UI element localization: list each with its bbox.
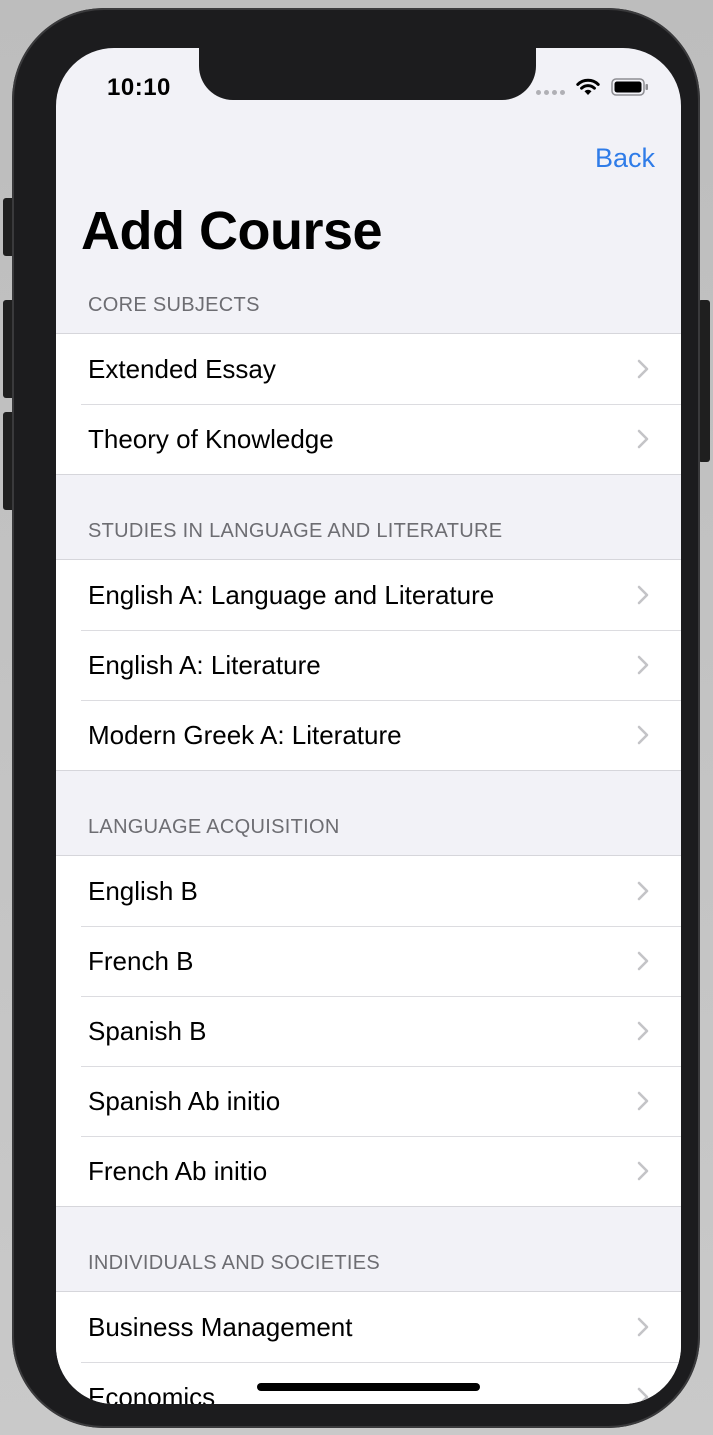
course-list: CORE SUBJECTS Extended Essay Theory of K… — [56, 290, 681, 1404]
page-title: Add Course — [81, 201, 383, 261]
course-label: English A: Language and Literature — [88, 579, 495, 610]
chevron-right-icon — [623, 429, 663, 449]
wifi-icon — [576, 78, 600, 95]
course-label: Theory of Knowledge — [88, 423, 334, 454]
section-language-literature: English A: Language and Literature Engli… — [56, 559, 681, 771]
device-backdrop: 10:10 Back Add Course CORE SUBJECTS Exte… — [0, 0, 713, 1435]
course-label: Business Management — [88, 1311, 353, 1342]
course-row-spanish-b[interactable]: Spanish B — [56, 996, 681, 1066]
course-row-spanish-ab-initio[interactable]: Spanish Ab initio — [56, 1066, 681, 1136]
battery-icon — [611, 78, 648, 96]
chevron-right-icon — [623, 1161, 663, 1181]
section-header-language-literature: STUDIES IN LANGUAGE AND LITERATURE — [88, 520, 503, 542]
home-indicator[interactable] — [257, 1383, 480, 1391]
phone-frame: 10:10 Back Add Course CORE SUBJECTS Exte… — [12, 8, 700, 1428]
chevron-right-icon — [623, 359, 663, 379]
course-row-english-b[interactable]: English B — [56, 856, 681, 926]
section-language-acquisition: English B French B Spanish B Spanish Ab … — [56, 855, 681, 1207]
course-row-modern-greek-a[interactable]: Modern Greek A: Literature — [56, 700, 681, 770]
chevron-right-icon — [623, 655, 663, 675]
course-row-english-a-lang-lit[interactable]: English A: Language and Literature — [56, 560, 681, 630]
signal-dots-icon — [536, 89, 565, 95]
screen: 10:10 Back Add Course CORE SUBJECTS Exte… — [56, 48, 681, 1404]
notch — [199, 48, 536, 100]
course-row-french-b[interactable]: French B — [56, 926, 681, 996]
chevron-right-icon — [623, 1387, 663, 1404]
chevron-right-icon — [623, 585, 663, 605]
back-button[interactable]: Back — [595, 143, 655, 174]
course-label: English A: Literature — [88, 649, 321, 680]
course-row-english-a-literature[interactable]: English A: Literature — [56, 630, 681, 700]
course-label: English B — [88, 875, 198, 906]
course-label: French Ab initio — [88, 1155, 268, 1186]
course-label: Spanish Ab initio — [88, 1085, 281, 1116]
chevron-right-icon — [623, 951, 663, 971]
course-row-extended-essay[interactable]: Extended Essay — [56, 334, 681, 404]
chevron-right-icon — [623, 725, 663, 745]
section-header-language-acquisition: LANGUAGE ACQUISITION — [88, 816, 340, 838]
chevron-right-icon — [623, 1317, 663, 1337]
course-row-business-management[interactable]: Business Management — [56, 1292, 681, 1362]
section-header-core-subjects: CORE SUBJECTS — [88, 294, 260, 316]
course-row-french-ab-initio[interactable]: French Ab initio — [56, 1136, 681, 1206]
status-time: 10:10 — [107, 74, 171, 101]
course-label: Extended Essay — [88, 353, 276, 384]
section-header-individuals-societies: INDIVIDUALS AND SOCIETIES — [88, 1252, 381, 1274]
course-label: Modern Greek A: Literature — [88, 719, 402, 750]
chevron-right-icon — [623, 1091, 663, 1111]
status-icons — [536, 77, 649, 97]
course-row-theory-of-knowledge[interactable]: Theory of Knowledge — [56, 404, 681, 474]
chevron-right-icon — [623, 881, 663, 901]
course-label: Spanish B — [88, 1015, 207, 1046]
section-core-subjects: Extended Essay Theory of Knowledge — [56, 333, 681, 475]
course-label: French B — [88, 945, 194, 976]
chevron-right-icon — [623, 1021, 663, 1041]
